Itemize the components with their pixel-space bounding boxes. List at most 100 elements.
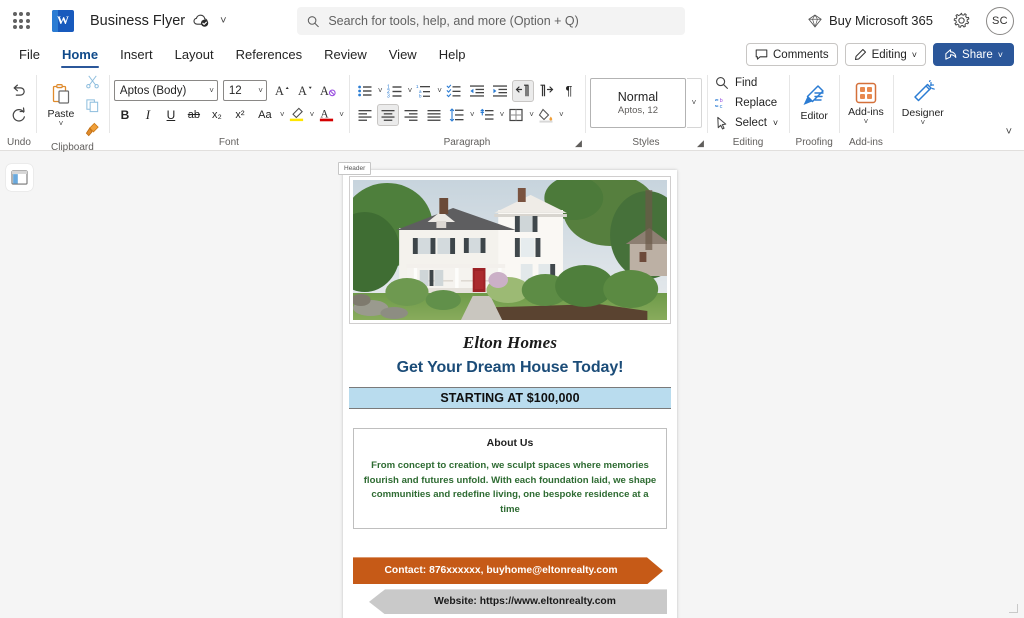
- document-title[interactable]: Business Flyer: [90, 13, 185, 29]
- bullet-list-icon: [358, 85, 372, 96]
- multilevel-list-button[interactable]: 1 a b: [413, 80, 435, 102]
- title-options-chevron-icon[interactable]: ˅: [220, 15, 226, 27]
- buy-microsoft-365-label: Buy Microsoft 365: [828, 13, 933, 28]
- paragraph-dialog-launcher[interactable]: ◢: [575, 138, 582, 149]
- change-case-button[interactable]: Aa: [252, 104, 278, 126]
- chevron-down-icon[interactable]: ˅: [378, 86, 383, 95]
- chevron-down-icon[interactable]: ˅: [559, 110, 564, 119]
- justify-button[interactable]: [423, 104, 445, 126]
- decrease-indent-button[interactable]: [466, 80, 488, 102]
- tab-file[interactable]: File: [8, 41, 51, 68]
- underline-button[interactable]: U: [160, 104, 182, 126]
- select-button[interactable]: Select ˅: [712, 113, 784, 132]
- show-formatting-marks-button[interactable]: ¶: [558, 80, 580, 102]
- text-highlight-button[interactable]: [286, 104, 308, 126]
- editor-icon: [803, 85, 824, 105]
- list-style-button[interactable]: [443, 80, 465, 102]
- undo-button[interactable]: [8, 80, 30, 102]
- styles-dialog-launcher[interactable]: ◢: [697, 138, 704, 149]
- chevron-down-icon[interactable]: ˅: [408, 86, 413, 95]
- app-launcher-button[interactable]: [4, 4, 38, 38]
- superscript-button[interactable]: x²: [229, 104, 251, 126]
- chevron-down-icon[interactable]: ˅: [920, 118, 925, 126]
- shading-button[interactable]: [535, 104, 557, 126]
- tab-insert[interactable]: Insert: [109, 41, 164, 68]
- grow-font-button[interactable]: A: [272, 80, 294, 102]
- buy-microsoft-365-button[interactable]: Buy Microsoft 365: [799, 8, 942, 33]
- replace-button[interactable]: b c Replace: [712, 93, 784, 112]
- editor-button[interactable]: Editor: [794, 81, 834, 124]
- ribbon-tab-strip: File Home Insert Layout References Revie…: [0, 41, 1024, 69]
- header-section-tag[interactable]: Header: [338, 162, 372, 175]
- paragraph-spacing-button[interactable]: [476, 104, 498, 126]
- styles-more-button[interactable]: ˅: [686, 77, 702, 128]
- italic-button[interactable]: I: [137, 104, 159, 126]
- ribbon-group-label-designer: [898, 135, 948, 150]
- copy-button[interactable]: [82, 94, 104, 116]
- tab-references[interactable]: References: [225, 41, 313, 68]
- subscript-button[interactable]: x₂: [206, 104, 228, 126]
- align-center-button[interactable]: [376, 103, 399, 126]
- increase-indent-button[interactable]: [489, 80, 511, 102]
- collapse-ribbon-button[interactable]: ˅: [1000, 124, 1018, 140]
- chevron-down-icon[interactable]: ˅: [864, 117, 869, 125]
- navigation-pane-icon: [10, 170, 28, 185]
- price-bar: STARTING AT $100,000: [349, 387, 671, 409]
- font-size-value: 12: [228, 84, 242, 97]
- chevron-down-icon[interactable]: ˅: [59, 120, 64, 128]
- font-name-selector[interactable]: Aptos (Body) ˅: [113, 80, 218, 101]
- chevron-down-icon[interactable]: ˅: [470, 110, 475, 119]
- paste-button[interactable]: Paste ˅: [41, 81, 81, 129]
- line-spacing-button[interactable]: [446, 104, 468, 126]
- editing-mode-button[interactable]: Editing ˅: [844, 43, 927, 66]
- search-input[interactable]: [326, 13, 675, 29]
- tagline: Get Your Dream House Today!: [396, 359, 624, 376]
- clear-formatting-button[interactable]: A: [318, 80, 340, 102]
- house-photo: [353, 180, 667, 320]
- chevron-down-icon[interactable]: ˅: [529, 110, 534, 119]
- font-size-selector[interactable]: 12 ˅: [222, 80, 267, 101]
- align-center-icon: [381, 109, 395, 121]
- share-button[interactable]: Share ˅: [933, 43, 1014, 66]
- right-to-left-button[interactable]: [535, 80, 557, 102]
- left-to-right-button[interactable]: [511, 79, 534, 102]
- format-painter-button[interactable]: [82, 118, 104, 140]
- redo-button[interactable]: [8, 104, 30, 126]
- tab-help[interactable]: Help: [428, 41, 477, 68]
- gear-icon: [953, 12, 969, 28]
- comments-button[interactable]: Comments: [746, 43, 838, 66]
- chevron-down-icon[interactable]: ˅: [280, 110, 285, 119]
- find-button[interactable]: Find: [712, 73, 784, 92]
- numbering-button[interactable]: 1 2 3: [384, 80, 406, 102]
- font-color-button[interactable]: A: [315, 104, 337, 126]
- bullets-button[interactable]: [354, 80, 376, 102]
- tab-review[interactable]: Review: [313, 41, 378, 68]
- search-box[interactable]: [297, 7, 685, 35]
- bold-button[interactable]: B: [114, 104, 136, 126]
- designer-wand-icon: [914, 79, 935, 101]
- align-right-button[interactable]: [400, 104, 422, 126]
- shrink-font-button[interactable]: A: [295, 80, 317, 102]
- settings-button[interactable]: [946, 6, 976, 36]
- chevron-down-icon[interactable]: ˅: [310, 110, 315, 119]
- tab-layout[interactable]: Layout: [164, 41, 225, 68]
- user-avatar[interactable]: SC: [986, 6, 1014, 35]
- strikethrough-button[interactable]: ab: [183, 104, 205, 126]
- chevron-down-icon[interactable]: ˅: [437, 86, 442, 95]
- addins-button[interactable]: Add-ins ˅: [844, 79, 888, 127]
- chevron-down-icon[interactable]: ˅: [500, 110, 505, 119]
- designer-button[interactable]: Designer ˅: [898, 78, 948, 128]
- navigation-pane-toggle[interactable]: [5, 164, 33, 191]
- style-normal-button[interactable]: Normal Aptos, 12: [589, 77, 686, 128]
- tab-view[interactable]: View: [378, 41, 428, 68]
- ribbon-group-styles: Normal Aptos, 12 ˅ Styles ◢: [584, 70, 707, 150]
- house-photo-frame[interactable]: [349, 176, 671, 324]
- tab-home[interactable]: Home: [51, 41, 109, 69]
- align-left-button[interactable]: [354, 104, 376, 126]
- saved-to-cloud-icon[interactable]: [193, 13, 210, 28]
- scissors-icon: [86, 75, 100, 88]
- document-page[interactable]: Elton Homes Get Your Dream House Today! …: [343, 170, 677, 618]
- cut-button[interactable]: [82, 70, 104, 92]
- chevron-down-icon[interactable]: ˅: [339, 110, 344, 119]
- borders-button[interactable]: [505, 104, 527, 126]
